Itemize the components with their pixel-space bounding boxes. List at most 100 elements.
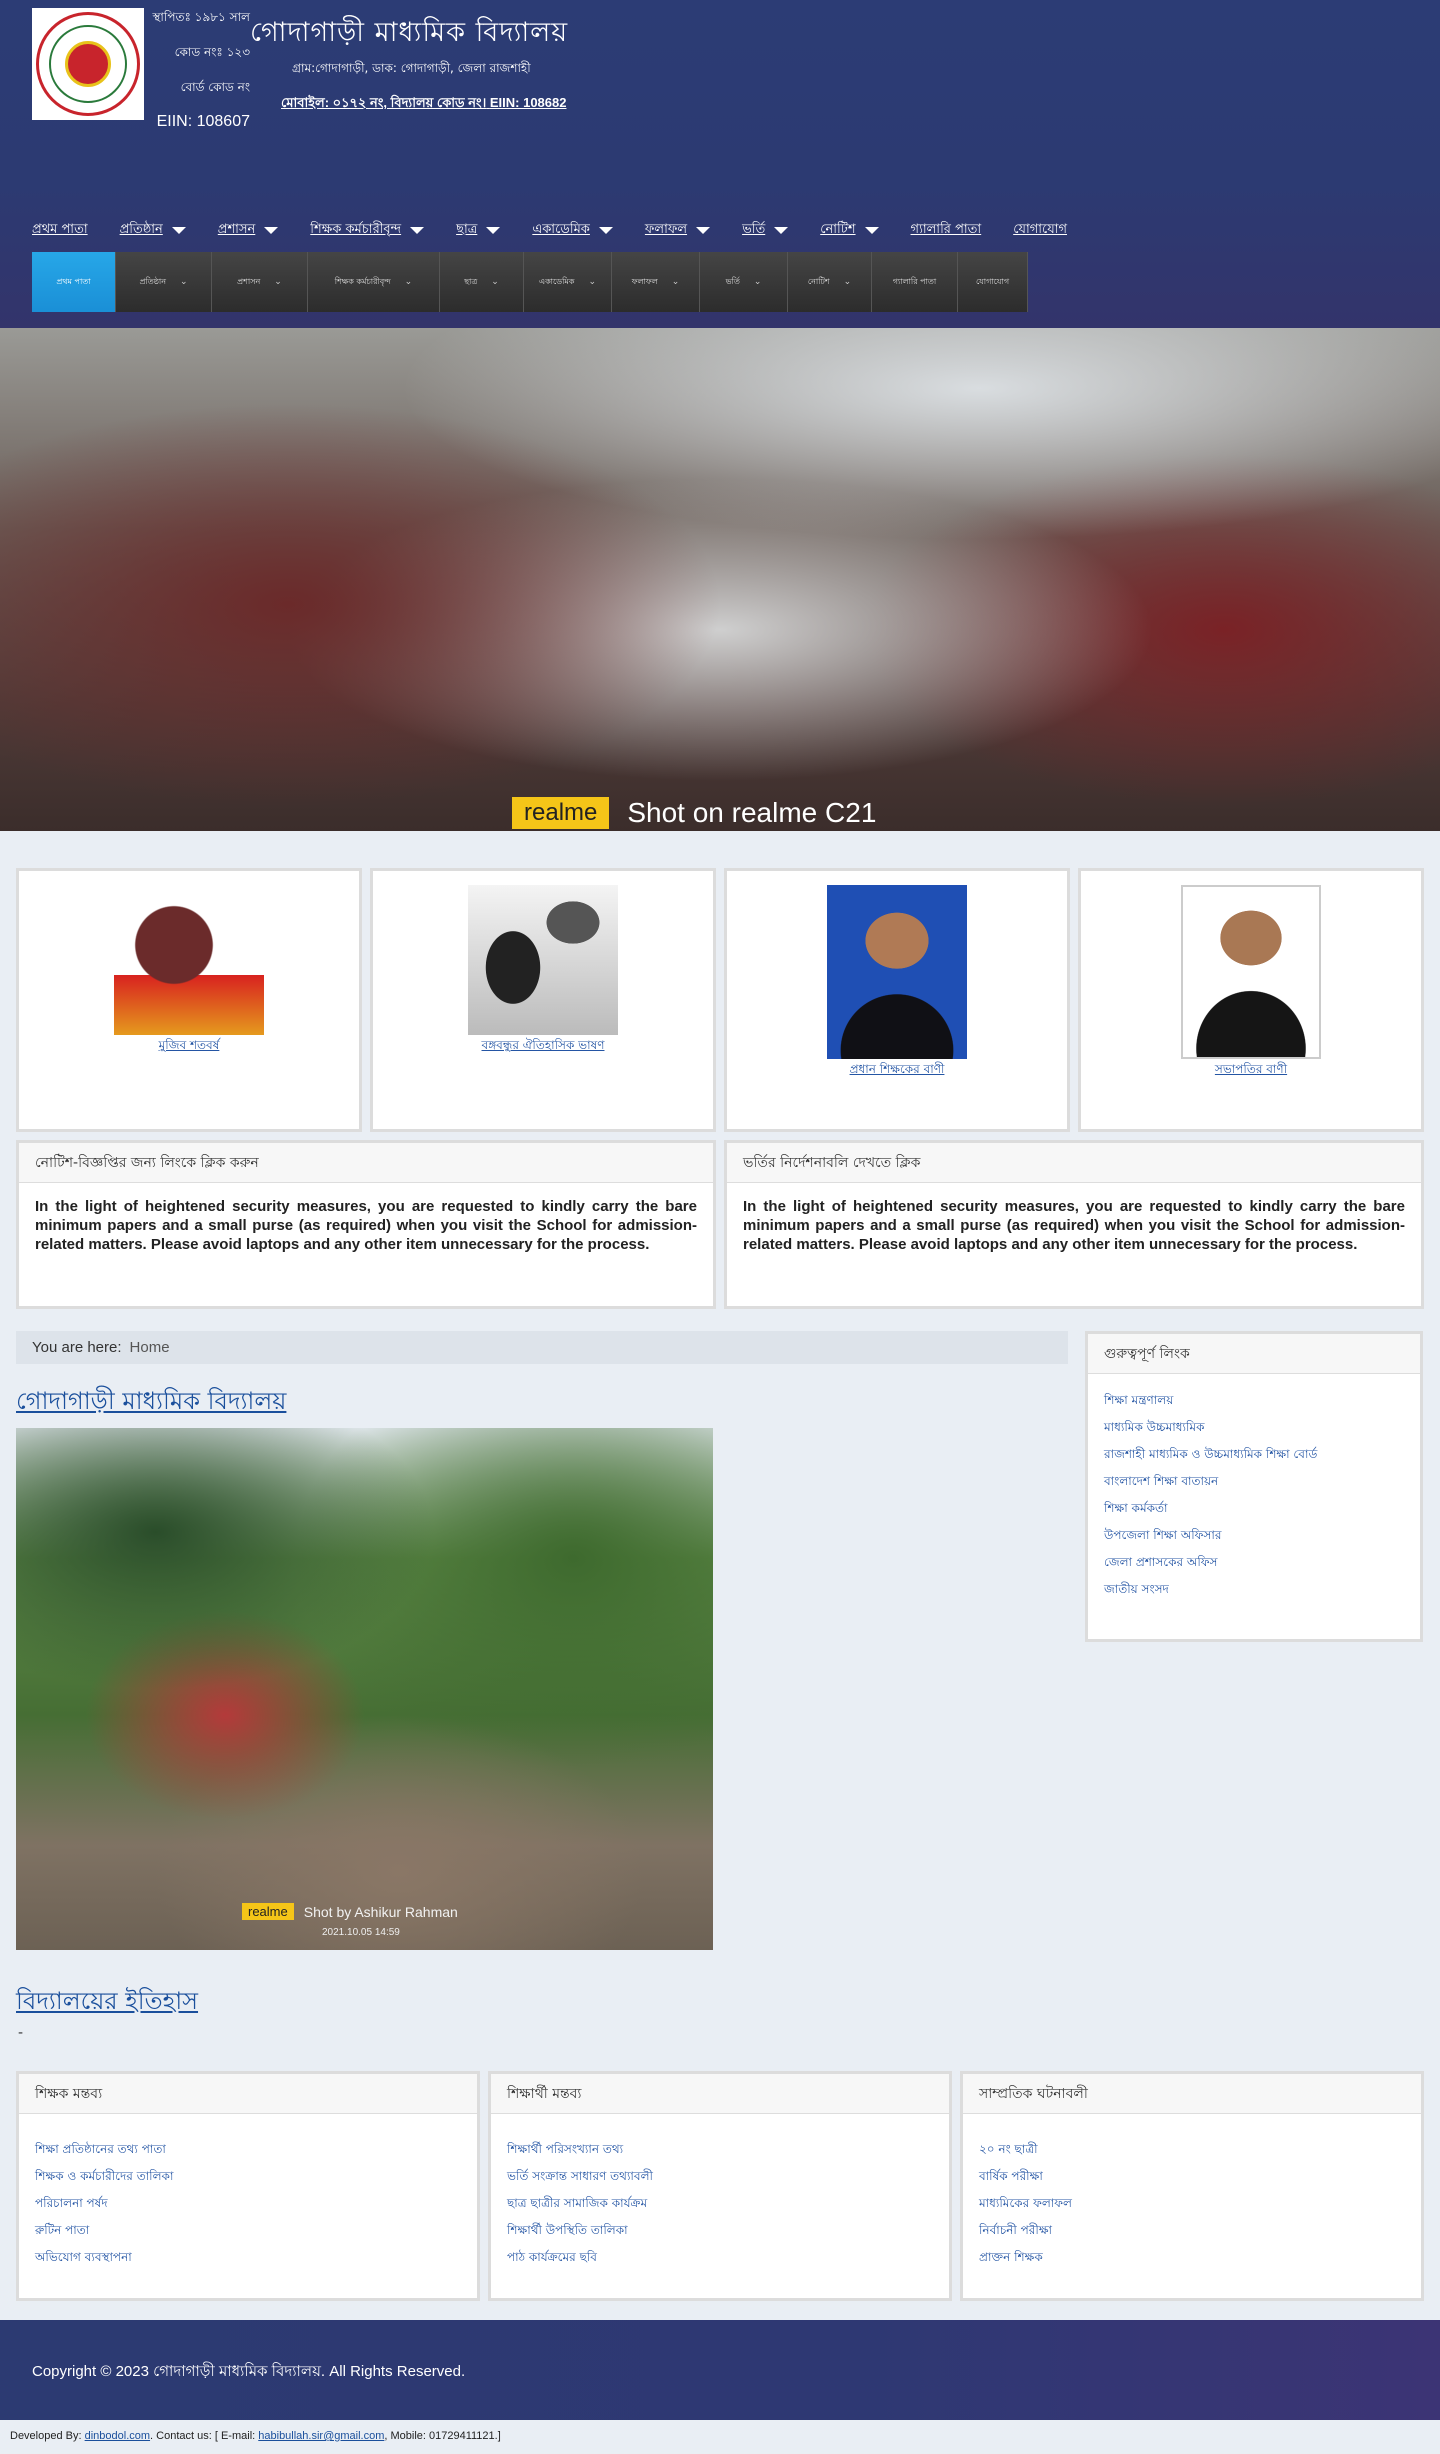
logo-inner [49, 25, 127, 103]
module-link[interactable]: ভর্তি সংক্রান্ত সাধারণ তথ্যাবলী [507, 2169, 653, 2183]
chevron-down-icon: ⌄ [180, 277, 188, 287]
school-logo[interactable] [32, 8, 144, 120]
sidebar-link[interactable]: উপজেলা শিক্ষা অফিসার [1104, 1528, 1221, 1542]
notice-boxes: নোটিশ-বিজ্ঞপ্তির জন্য লিংকে ক্লিক করুন In… [16, 1140, 1424, 1309]
module-link[interactable]: ২০ নং ছাত্রী [979, 2142, 1038, 2156]
card-image[interactable] [468, 885, 618, 1035]
topnav-item[interactable]: গ্যালারি পাতা [911, 220, 982, 241]
caret-down-icon [864, 226, 879, 234]
topnav-item[interactable]: শিক্ষক কর্মচারীবৃন্দ [310, 220, 425, 241]
hero-banner: realme Shot on realme C21 [0, 328, 1440, 831]
article-title-link[interactable]: গোদাগাড়ী মাধ্যমিক বিদ্যালয় [16, 1383, 286, 1423]
card-image[interactable] [1181, 885, 1321, 1059]
module-link[interactable]: শিক্ষার্থী উপস্থিতি তালিকা [507, 2223, 628, 2237]
notice-body: In the light of heightened security meas… [743, 1198, 1405, 1253]
sidebar-link[interactable]: জাতীয় সংসদ [1104, 1582, 1169, 1596]
site-address: গ্রাম:গোদাগাড়ী, ডাক: গোদাগাড়ী, জেলা রা… [292, 61, 531, 75]
topnav-item[interactable]: একাডেমিক [532, 220, 613, 241]
notice-title: ভর্তির নির্দেশনাবলি দেখতে ক্লিক [727, 1143, 1421, 1183]
module-list-item: শিক্ষার্থী উপস্থিতি তালিকা [507, 2222, 933, 2249]
module-link[interactable]: শিক্ষা প্রতিষ্ঠানের তথ্য পাতা [35, 2142, 166, 2156]
module-link[interactable]: ছাত্র ছাত্রীর সামাজিক কার্যক্রম [507, 2196, 647, 2210]
module-list-item: শিক্ষক ও কর্মচারীদের তালিকা [35, 2168, 461, 2195]
watermark-text: Shot on realme C21 [627, 797, 877, 828]
sidebar-title: গুরুত্বপূর্ণ লিংক [1088, 1334, 1420, 1374]
breadcrumb-prefix: You are here: [32, 1339, 122, 1356]
topnav-item[interactable]: ফলাফল [645, 220, 711, 241]
card-caption-link[interactable]: প্রধান শিক্ষকের বাণী [850, 1061, 945, 1081]
sidebar-link[interactable]: শিক্ষা কর্মকর্তা [1104, 1501, 1168, 1515]
card-caption-link[interactable]: মুজিব শতবর্ষ [159, 1037, 220, 1057]
module-link[interactable]: পরিচালনা পর্ষদ [35, 2196, 108, 2210]
breadcrumb-home[interactable]: Home [130, 1339, 170, 1356]
subnav-item[interactable]: ছাত্র ⌄ [440, 252, 524, 312]
sidebar-link[interactable]: মাধ্যমিক উচ্চমাধ্যমিক [1104, 1420, 1204, 1434]
logo-emblem-icon [65, 41, 111, 87]
subnav-label: ফলাফল [631, 276, 658, 286]
subnav-item[interactable]: প্রতিষ্ঠান ⌄ [116, 252, 212, 312]
topnav-item[interactable]: প্রথম পাতা [32, 220, 88, 241]
sidebar-link[interactable]: রাজশাহী মাধ্যমিক ও উচ্চমাধ্যমিক শিক্ষা ব… [1104, 1447, 1317, 1461]
watermark-badge: realme [242, 1903, 294, 1920]
topnav-item[interactable]: ছাত্র [456, 220, 501, 241]
sidebar-link[interactable]: বাংলাদেশ শিক্ষা বাতায়ন [1104, 1474, 1218, 1488]
module-link[interactable]: রুটিন পাতা [35, 2223, 89, 2237]
module-link[interactable]: শিক্ষার্থী পরিসংখ্যান তথ্য [507, 2142, 623, 2156]
sidebar-link-list: শিক্ষা মন্ত্রণালয় মাধ্যমিক উচ্চমাধ্যমিক র… [1088, 1374, 1420, 1608]
card-caption-link[interactable]: বঙ্গবন্ধুর ঐতিহাসিক ভাষণ [482, 1037, 605, 1057]
topnav-item[interactable]: প্রশাসন [218, 220, 279, 241]
subnav-item[interactable]: ফলাফল ⌄ [612, 252, 700, 312]
subnav-item[interactable]: গ্যালারি পাতা [872, 252, 958, 312]
module-link[interactable]: অভিযোগ ব্যবস্থাপনা [35, 2250, 132, 2264]
module-link[interactable]: বার্ষিক পরীক্ষা [979, 2169, 1043, 2183]
topnav-item[interactable]: প্রতিষ্ঠান [120, 220, 186, 241]
topnav-item[interactable]: যোগাযোগ [1013, 220, 1067, 241]
sidebar-list-item: জাতীয় সংসদ [1104, 1581, 1404, 1608]
chevron-down-icon: ⌄ [671, 277, 680, 287]
chevron-down-icon: ⌄ [274, 277, 282, 287]
topnav-item[interactable]: ভর্তি [742, 220, 789, 241]
module-title: শিক্ষার্থী মন্তব্য [491, 2074, 949, 2114]
subnav-label: প্রথম পাতা [56, 276, 91, 286]
email-link[interactable]: habibullah.sir@gmail.com [258, 2430, 384, 2442]
module-link[interactable]: মাধ্যমিকের ফলাফল [979, 2196, 1072, 2210]
history-title-link[interactable]: বিদ্যালয়ের ইতিহাস [16, 1983, 198, 2023]
card-image[interactable] [114, 885, 264, 1035]
topnav-label: যোগাযোগ [1013, 221, 1068, 237]
subnav-item[interactable]: শিক্ষক কর্মচারীবৃন্দ ⌄ [308, 252, 440, 312]
caret-down-icon [774, 226, 789, 234]
module-link[interactable]: পাঠ কার্যক্রমের ছবি [507, 2250, 597, 2264]
subnav-item[interactable]: একাডেমিক ⌄ [524, 252, 612, 312]
sidebar-list-item: মাধ্যমিক উচ্চমাধ্যমিক [1104, 1419, 1404, 1446]
contact-prefix: . Contact us: [ E-mail: [150, 2430, 256, 2442]
meta-line: বোর্ড কোড নং [180, 80, 250, 94]
topnav-label: প্রথম পাতা [32, 221, 88, 237]
subnav-item[interactable]: প্রশাসন ⌄ [212, 252, 308, 312]
site-contact: মোবাইল: ০১৭২ নং, বিদ্যালয় কোড নং। EIIN:… [281, 94, 566, 115]
developer-bar: Developed By: dinbodol.com. Contact us: … [0, 2420, 1440, 2454]
developer-link[interactable]: dinbodol.com [85, 2430, 150, 2442]
module-link[interactable]: প্রাক্তন শিক্ষক [979, 2250, 1043, 2264]
topnav-label: ছাত্র [456, 221, 478, 237]
card-caption-link[interactable]: সভাপতির বাণী [1215, 1061, 1287, 1081]
sidebar-link[interactable]: জেলা প্রশাসকের অফিস [1104, 1555, 1217, 1569]
subnav-item[interactable]: ভর্তি ⌄ [700, 252, 788, 312]
hero-watermark: realme Shot on realme C21 [512, 797, 876, 829]
module-link-list: শিক্ষা প্রতিষ্ঠানের তথ্য পাতা শিক্ষক ও কর… [19, 2114, 477, 2276]
logo-ring [36, 12, 140, 116]
module-list-item: প্রাক্তন শিক্ষক [979, 2249, 1405, 2276]
module-title: সাম্প্রতিক ঘটনাবলী [963, 2074, 1421, 2114]
module-list-item: শিক্ষার্থী পরিসংখ্যান তথ্য [507, 2141, 933, 2168]
subnav-label: ভর্তি [725, 276, 740, 286]
site-title: গোদাগাড়ী মাধ্যমিক বিদ্যালয় [250, 17, 569, 48]
card-image[interactable] [827, 885, 967, 1059]
subnav-item[interactable]: নোটিশ ⌄ [788, 252, 872, 312]
subnav-item[interactable]: প্রথম পাতা [32, 252, 116, 312]
sub-navigation: প্রথম পাতা প্রতিষ্ঠান ⌄ প্রশাসন ⌄ শিক্ষক কর্ম… [32, 252, 1028, 312]
module-link[interactable]: শিক্ষক ও কর্মচারীদের তালিকা [35, 2169, 173, 2183]
subnav-label: যোগাযোগ [975, 276, 1010, 286]
sidebar-link[interactable]: শিক্ষা মন্ত্রণালয় [1104, 1393, 1173, 1407]
module-link[interactable]: নির্বাচনী পরীক্ষা [979, 2223, 1052, 2237]
topnav-item[interactable]: নোটিশ [820, 220, 879, 241]
subnav-item[interactable]: যোগাযোগ [958, 252, 1028, 312]
